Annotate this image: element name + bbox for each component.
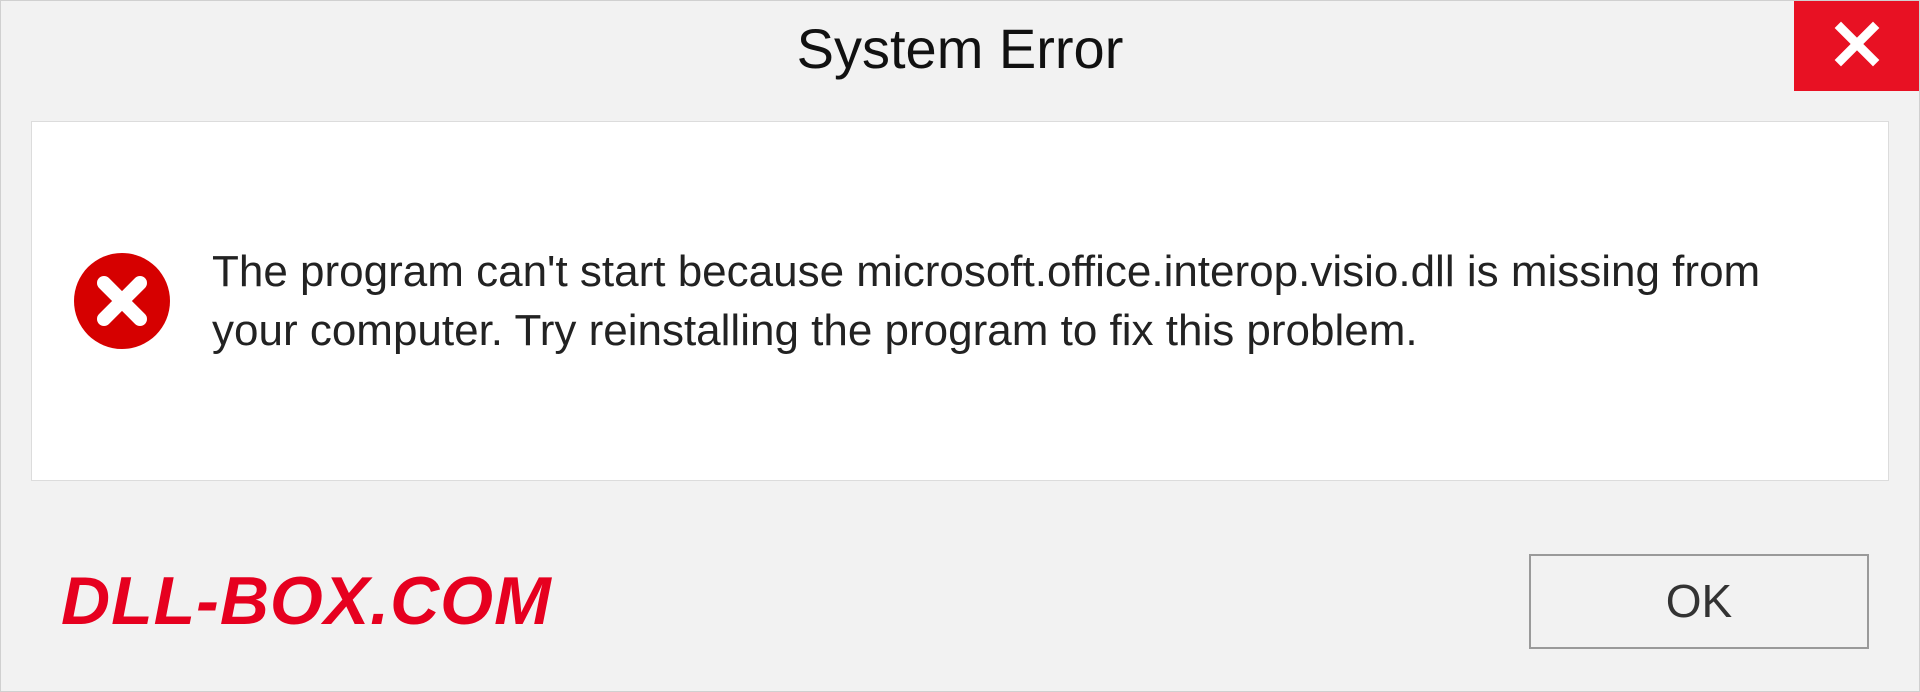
dialog-footer: DLL-BOX.COM OK	[1, 511, 1919, 691]
close-button[interactable]	[1794, 1, 1919, 91]
watermark-text: DLL-BOX.COM	[61, 562, 552, 640]
error-dialog: System Error The program can't start bec…	[0, 0, 1920, 692]
titlebar: System Error	[1, 1, 1919, 96]
close-icon	[1833, 20, 1881, 73]
content-panel: The program can't start because microsof…	[31, 121, 1889, 481]
dialog-title: System Error	[797, 16, 1124, 81]
error-icon	[72, 251, 172, 351]
error-message: The program can't start because microsof…	[212, 242, 1848, 361]
ok-button[interactable]: OK	[1529, 554, 1869, 649]
